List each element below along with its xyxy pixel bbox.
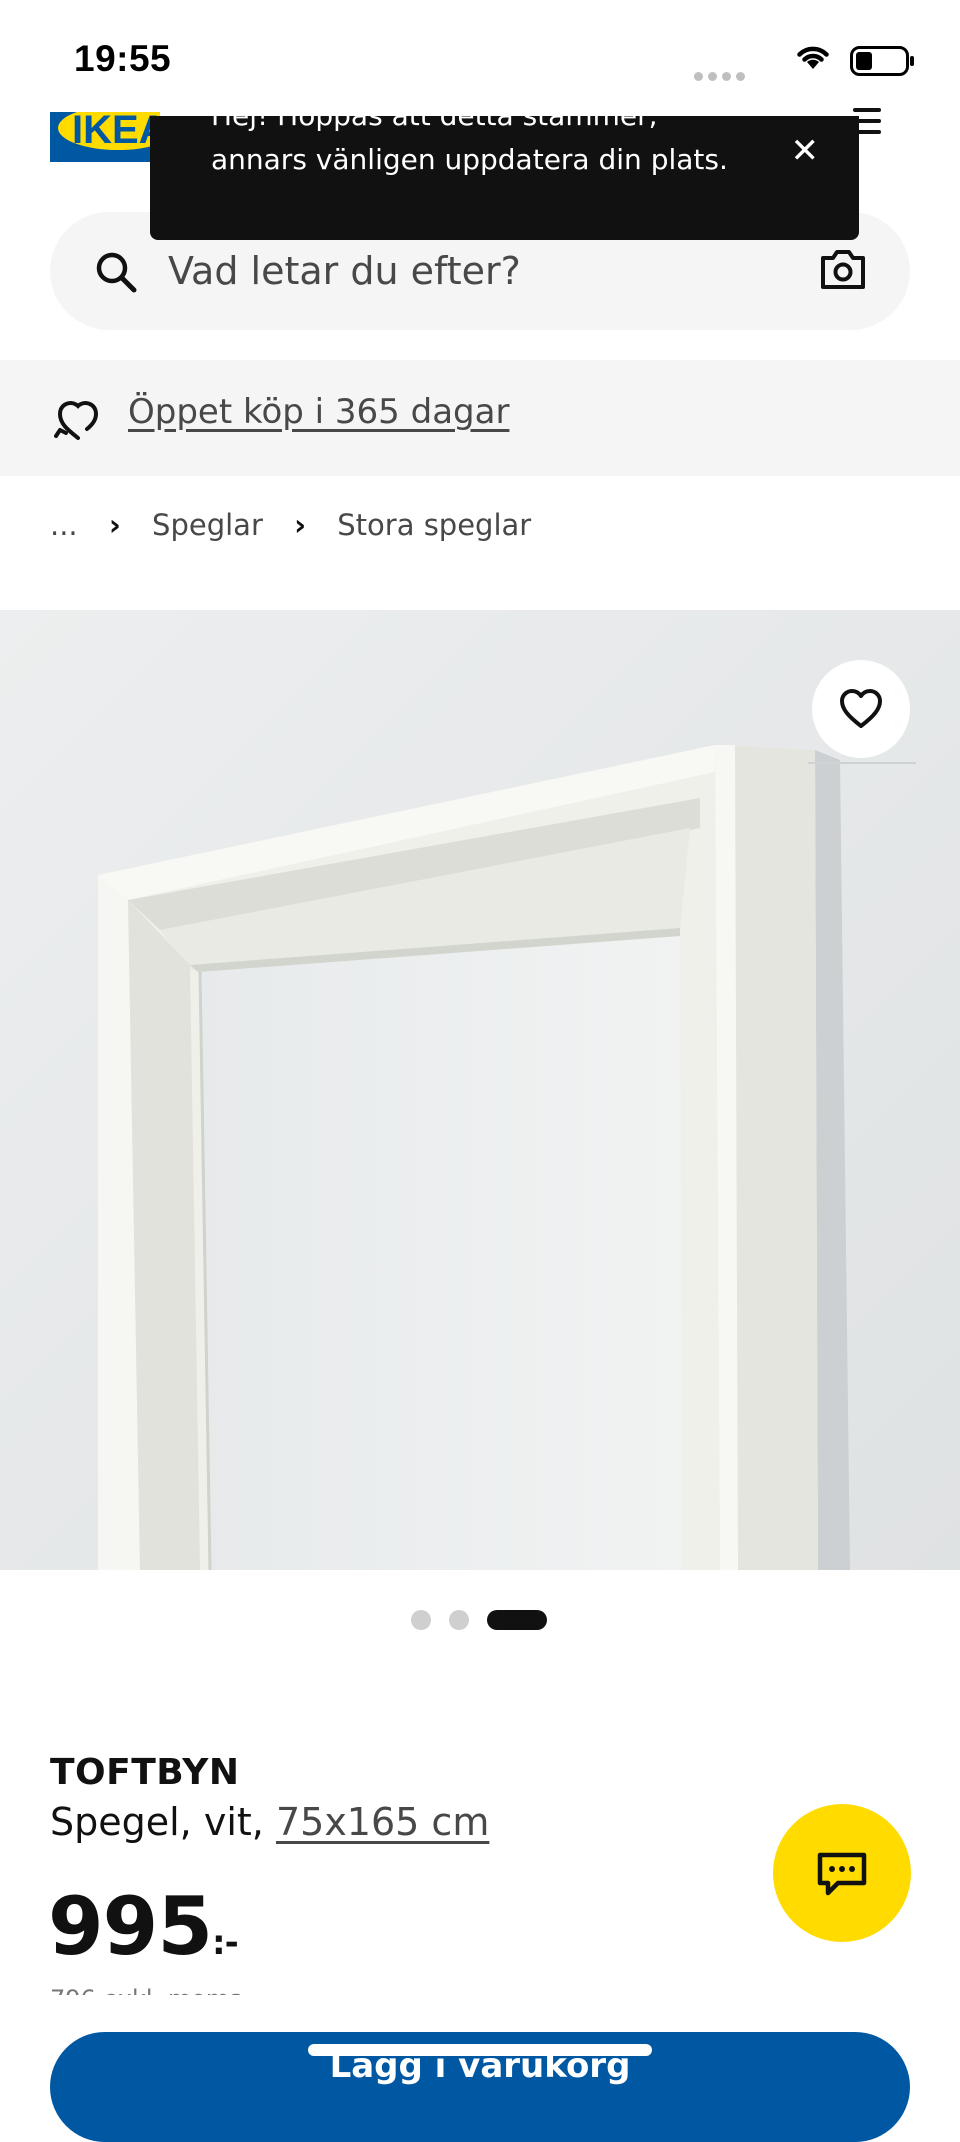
carousel-dot-active[interactable]: [487, 1610, 547, 1630]
close-icon[interactable]: ✕: [791, 134, 820, 168]
chevron-right-icon: ›: [294, 508, 307, 542]
product-description: Spegel, vit, 75x165 cm: [50, 1800, 489, 1844]
divider: [808, 762, 916, 764]
favorite-button[interactable]: [812, 660, 910, 758]
product-price: 995:-: [48, 1880, 239, 1973]
wifi-icon: [794, 42, 832, 76]
camera-icon[interactable]: [820, 248, 866, 294]
toast-message: Hej! Hoppas att detta stämmer, annars vä…: [211, 116, 728, 176]
status-time: 19:55: [74, 38, 172, 79]
chat-button[interactable]: [773, 1804, 911, 1942]
chevron-right-icon: ›: [108, 508, 121, 542]
price-value: 995: [48, 1880, 213, 1973]
breadcrumb-ellipsis[interactable]: ...: [50, 508, 78, 542]
search-icon: [94, 250, 138, 298]
battery-icon: [850, 46, 916, 80]
product-type: Spegel, vit,: [50, 1800, 264, 1844]
price-excl-vat: 796 exkl. moms: [50, 1985, 242, 1995]
promo-link[interactable]: Öppet köp i 365 dagar: [128, 392, 509, 432]
heart-icon: [840, 689, 882, 728]
product-size-link[interactable]: 75x165 cm: [276, 1800, 489, 1844]
carousel-dot[interactable]: [449, 1610, 469, 1630]
product-image[interactable]: [0, 610, 960, 1570]
price-currency: :-: [212, 1923, 239, 1963]
ikea-logo[interactable]: IKEA: [50, 112, 160, 162]
carousel-dot[interactable]: [411, 1610, 431, 1630]
carousel-indicator[interactable]: [411, 1610, 565, 1630]
breadcrumb-item[interactable]: Speglar: [152, 508, 263, 542]
chat-icon: [817, 1852, 867, 1896]
promo-banner[interactable]: Öppet köp i 365 dagar: [0, 360, 960, 476]
breadcrumb: ... › Speglar › Stora speglar: [50, 508, 531, 542]
search-input[interactable]: Vad letar du efter?: [168, 249, 521, 293]
location-toast: Hej! Hoppas att detta stämmer, annars vä…: [150, 116, 859, 240]
breadcrumb-item[interactable]: Stora speglar: [337, 508, 531, 542]
logo-text: IKEA: [72, 112, 160, 152]
returns-heart-icon: [54, 398, 102, 448]
product-name: TOFTBYN: [50, 1752, 240, 1793]
home-indicator[interactable]: [308, 2044, 652, 2056]
cellular-signal-icon: [694, 66, 750, 85]
